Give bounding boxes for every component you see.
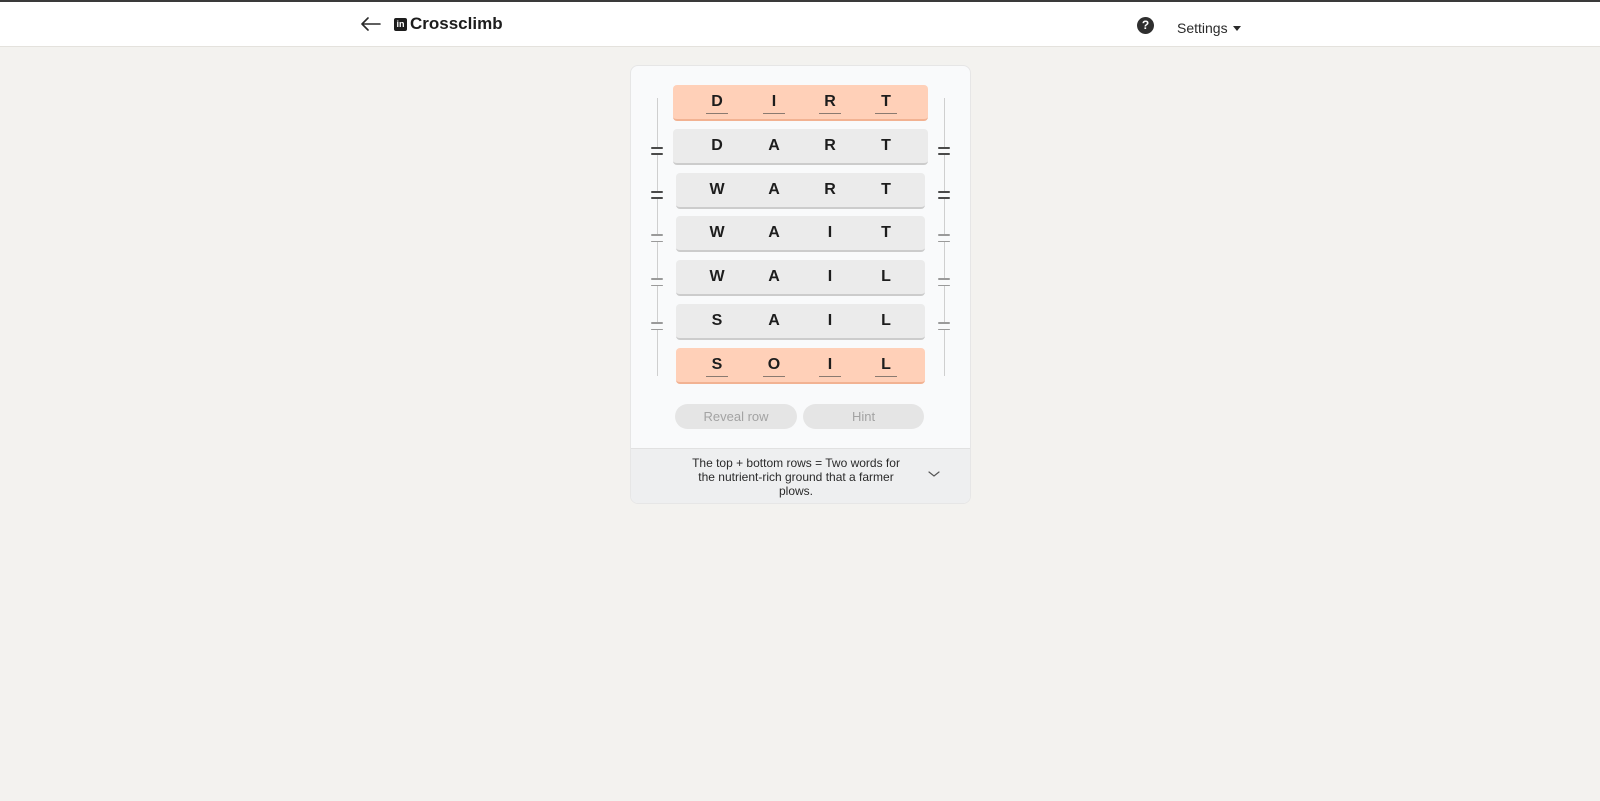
word-row[interactable]: WAIT <box>676 216 925 252</box>
letter-cell: A <box>768 268 780 285</box>
clue-panel: The top + bottom rows = Two words for th… <box>631 448 970 503</box>
drag-handle-icon[interactable] <box>938 234 950 242</box>
letter-cell: O <box>763 354 785 377</box>
letter-cell: A <box>768 224 780 241</box>
letter-cell: A <box>768 181 780 198</box>
letter-cell: S <box>706 354 728 377</box>
letter-cell: L <box>875 354 897 377</box>
letter-cell: S <box>711 312 723 329</box>
end-word-row[interactable]: DIRT <box>673 85 928 121</box>
back-button[interactable] <box>360 13 382 35</box>
arrow-left-icon <box>361 17 381 31</box>
letter-cell: T <box>881 181 891 198</box>
linkedin-logo-icon: in <box>394 18 407 31</box>
drag-handle-icon[interactable] <box>651 147 663 155</box>
drag-handle-icon[interactable] <box>938 278 950 286</box>
letter-cell: I <box>827 268 833 285</box>
letter-cell: D <box>706 91 728 114</box>
word-row[interactable]: WART <box>676 173 925 209</box>
letter-cell: W <box>709 181 725 198</box>
chevron-down-icon[interactable] <box>927 467 941 481</box>
letter-cell: T <box>881 224 891 241</box>
drag-handle-icon[interactable] <box>651 234 663 242</box>
end-word-row[interactable]: SOIL <box>676 348 925 384</box>
hint-button[interactable]: Hint <box>803 404 924 429</box>
help-icon[interactable]: ? <box>1137 17 1154 34</box>
game-panel: DIRTDARTWARTWAITWAILSAILSOIL Reveal row … <box>630 65 971 504</box>
letter-cell: I <box>827 312 833 329</box>
letter-cell: L <box>881 268 891 285</box>
letter-cell: W <box>709 268 725 285</box>
drag-handle-icon[interactable] <box>651 278 663 286</box>
reveal-row-button[interactable]: Reveal row <box>675 404 797 429</box>
app-header: in Crossclimb ? Settings <box>0 2 1600 47</box>
letter-cell: A <box>768 312 780 329</box>
caret-down-icon <box>1232 25 1241 31</box>
letter-cell: I <box>819 354 841 377</box>
drag-handle-icon[interactable] <box>651 322 663 330</box>
letter-cell: R <box>824 137 836 154</box>
letter-cell: R <box>819 91 841 114</box>
clue-text: The top + bottom rows = Two words for th… <box>692 456 900 498</box>
letter-cell: T <box>875 91 897 114</box>
letter-cell: I <box>763 91 785 114</box>
letter-cell: D <box>711 137 723 154</box>
letter-cell: I <box>827 224 833 241</box>
drag-handle-icon[interactable] <box>938 147 950 155</box>
settings-label: Settings <box>1177 20 1228 36</box>
settings-menu-button[interactable]: Settings <box>1177 19 1241 37</box>
drag-handle-icon[interactable] <box>938 191 950 199</box>
letter-cell: R <box>824 181 836 198</box>
drag-handle-icon[interactable] <box>938 322 950 330</box>
drag-handle-icon[interactable] <box>651 191 663 199</box>
letter-cell: T <box>881 137 891 154</box>
letter-cell: W <box>709 224 725 241</box>
word-row[interactable]: DART <box>673 129 928 165</box>
word-row[interactable]: WAIL <box>676 260 925 296</box>
page-title: Crossclimb <box>410 14 503 33</box>
letter-cell: A <box>768 137 780 154</box>
word-row[interactable]: SAIL <box>676 304 925 340</box>
letter-cell: L <box>881 312 891 329</box>
